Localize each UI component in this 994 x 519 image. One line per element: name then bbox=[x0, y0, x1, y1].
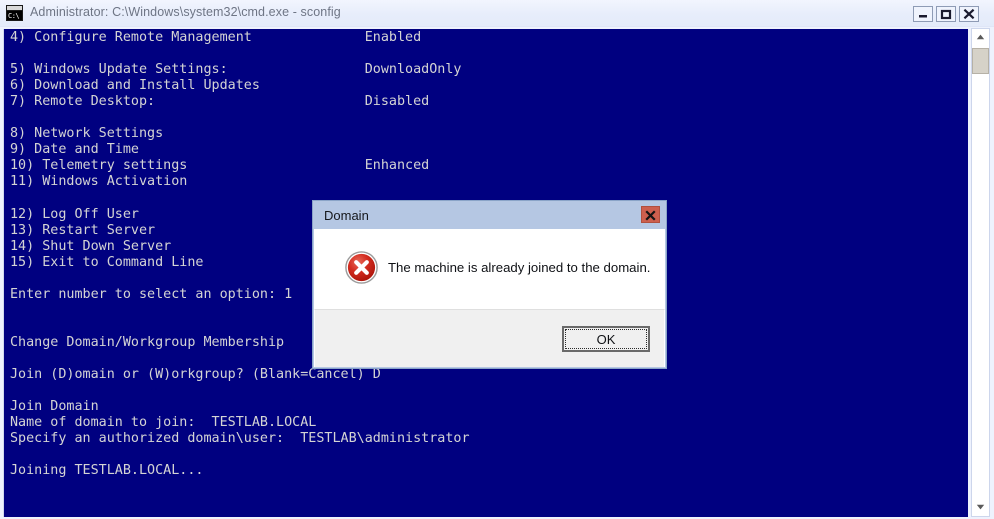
dialog-message: The machine is already joined to the dom… bbox=[388, 260, 651, 275]
dialog-body: The machine is already joined to the dom… bbox=[314, 229, 665, 309]
close-button[interactable] bbox=[959, 6, 979, 22]
dialog-titlebar: Domain bbox=[314, 202, 665, 229]
error-circle-x-icon bbox=[345, 251, 378, 284]
cmd-icon: C:\ bbox=[6, 5, 23, 21]
domain-dialog: Domain The machine is already joined to … bbox=[312, 200, 667, 369]
maximize-button[interactable] bbox=[936, 6, 956, 22]
console-scrollbar[interactable] bbox=[971, 28, 990, 517]
scrollbar-thumb[interactable] bbox=[972, 48, 989, 74]
title-bar: C:\ Administrator: C:\Windows\system32\c… bbox=[0, 0, 994, 27]
dialog-footer: OK bbox=[314, 309, 665, 367]
cmd-icon-prompt: C:\ bbox=[7, 11, 22, 20]
ok-button[interactable]: OK bbox=[562, 326, 650, 352]
dialog-close-button[interactable] bbox=[641, 206, 660, 223]
ok-button-label: OK bbox=[565, 329, 647, 349]
dialog-title: Domain bbox=[324, 208, 369, 223]
scroll-up-arrow-icon[interactable] bbox=[972, 29, 989, 46]
scroll-down-arrow-icon[interactable] bbox=[972, 499, 989, 516]
minimize-button[interactable] bbox=[913, 6, 933, 22]
console-window: C:\ Administrator: C:\Windows\system32\c… bbox=[0, 0, 994, 519]
window-title: Administrator: C:\Windows\system32\cmd.e… bbox=[30, 5, 341, 19]
